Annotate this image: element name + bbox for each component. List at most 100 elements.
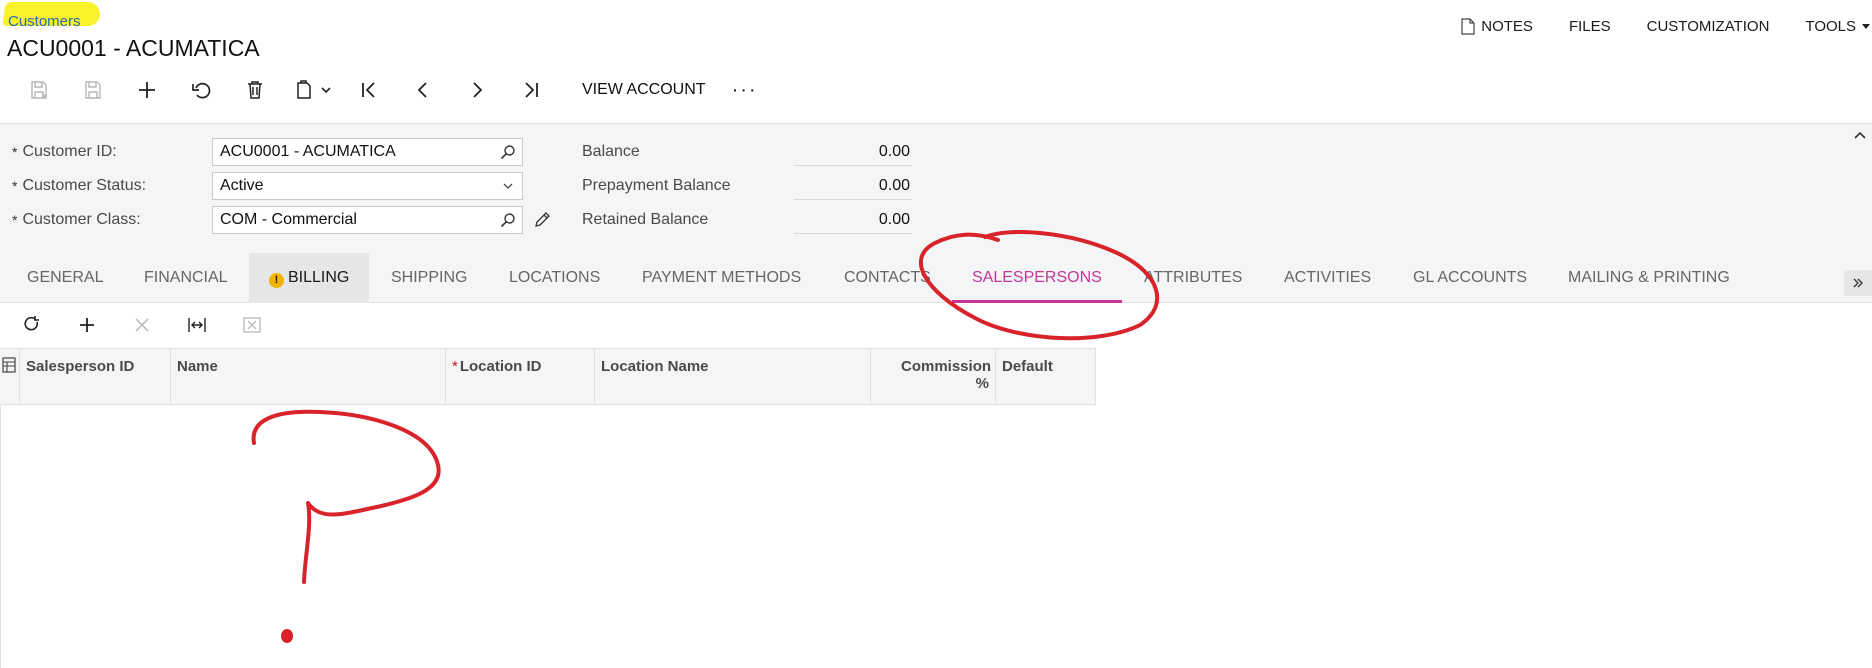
pencil-icon[interactable] bbox=[533, 211, 551, 229]
previous-record-button[interactable] bbox=[396, 71, 450, 109]
tab-billing[interactable]: ! BILLING bbox=[249, 253, 370, 303]
search-icon[interactable] bbox=[500, 212, 516, 228]
save-icon bbox=[85, 81, 101, 99]
salespersons-grid-body bbox=[0, 405, 1872, 668]
customization-button[interactable]: CUSTOMIZATION bbox=[1629, 18, 1788, 35]
customer-status-select[interactable]: Active bbox=[212, 172, 523, 200]
customer-summary-form: * Customer ID: ACU0001 - ACUMATICA * Cus… bbox=[0, 123, 1872, 254]
column-location-name[interactable]: Location Name bbox=[595, 349, 871, 405]
search-icon[interactable] bbox=[500, 144, 516, 160]
tab-salespersons[interactable]: SALESPERSONS bbox=[952, 253, 1122, 303]
column-config-button[interactable] bbox=[0, 349, 20, 405]
prepayment-balance-value: 0.00 bbox=[794, 172, 912, 200]
required-mark: * bbox=[12, 144, 18, 160]
chevron-down-icon bbox=[503, 183, 513, 189]
tab-bar: GENERAL FINANCIAL ! BILLING SHIPPING LOCA… bbox=[0, 253, 1872, 303]
customer-class-label: Customer Class: bbox=[22, 211, 141, 228]
tab-general[interactable]: GENERAL bbox=[27, 253, 103, 303]
fit-columns-button[interactable] bbox=[169, 307, 224, 343]
customer-status-value: Active bbox=[220, 177, 264, 194]
column-location-id[interactable]: * Location ID bbox=[446, 349, 595, 405]
retained-balance-label: Retained Balance bbox=[582, 211, 709, 228]
tab-attributes[interactable]: ATTRIBUTES bbox=[1144, 253, 1242, 303]
tab-billing-label: BILLING bbox=[288, 269, 350, 286]
warning-icon: ! bbox=[269, 273, 284, 288]
tab-contacts[interactable]: CONTACTS bbox=[844, 253, 931, 303]
required-mark: * bbox=[12, 212, 18, 228]
more-actions-button[interactable]: ··· bbox=[722, 79, 768, 102]
files-label: FILES bbox=[1568, 18, 1611, 35]
refresh-icon bbox=[23, 316, 39, 331]
column-name[interactable]: Name bbox=[171, 349, 446, 405]
balance-label: Balance bbox=[582, 143, 640, 160]
save-close-button[interactable] bbox=[12, 71, 66, 109]
customer-class-field[interactable]: COM - Commercial bbox=[212, 206, 523, 234]
add-icon bbox=[79, 318, 94, 332]
fit-columns-icon bbox=[187, 318, 206, 332]
customer-id-row: * Customer ID: bbox=[12, 138, 212, 166]
last-record-icon bbox=[525, 82, 538, 98]
customer-class-row: * Customer Class: bbox=[12, 206, 212, 234]
top-actions: NOTES FILES CUSTOMIZATION TOOLS bbox=[1443, 18, 1872, 35]
copy-paste-icon bbox=[297, 80, 311, 99]
customer-id-label: Customer ID: bbox=[22, 143, 117, 160]
undo-icon bbox=[192, 82, 211, 99]
tab-scroll-button[interactable] bbox=[1844, 270, 1872, 296]
tools-label: TOOLS bbox=[1805, 18, 1856, 35]
breadcrumb-link[interactable]: Customers bbox=[4, 13, 81, 30]
column-default[interactable]: Default bbox=[996, 349, 1096, 405]
main-toolbar: VIEW ACCOUNT ··· bbox=[12, 70, 768, 110]
tab-shipping[interactable]: SHIPPING bbox=[391, 253, 467, 303]
page-title: ACU0001 - ACUMATICA bbox=[7, 35, 260, 61]
delete-button[interactable] bbox=[228, 71, 282, 109]
tab-activities[interactable]: ACTIVITIES bbox=[1284, 253, 1371, 303]
breadcrumb: Customers bbox=[2, 2, 102, 30]
view-account-button[interactable]: VIEW ACCOUNT bbox=[558, 81, 722, 99]
previous-record-icon bbox=[417, 82, 427, 98]
notes-button[interactable]: NOTES bbox=[1443, 18, 1551, 35]
balance-value: 0.00 bbox=[794, 138, 912, 166]
delete-icon bbox=[248, 81, 262, 99]
next-record-button[interactable] bbox=[450, 71, 504, 109]
last-record-button[interactable] bbox=[504, 71, 558, 109]
caret-down-icon bbox=[1862, 23, 1870, 29]
tools-button[interactable]: TOOLS bbox=[1787, 18, 1872, 35]
collapse-icon[interactable] bbox=[1852, 128, 1868, 144]
tab-mailing-printing[interactable]: MAILING & PRINTING bbox=[1568, 253, 1730, 303]
column-salesperson-id[interactable]: Salesperson ID bbox=[20, 349, 171, 405]
column-config-icon bbox=[2, 357, 16, 373]
undo-button[interactable] bbox=[174, 71, 228, 109]
double-chevron-right-icon bbox=[1853, 278, 1863, 288]
add-button[interactable] bbox=[120, 71, 174, 109]
retained-balance-value: 0.00 bbox=[794, 206, 912, 234]
salespersons-grid-header: Salesperson ID Name * Location ID Locatio… bbox=[0, 348, 1096, 405]
save-button[interactable] bbox=[66, 71, 120, 109]
tab-payment-methods[interactable]: PAYMENT METHODS bbox=[642, 253, 801, 303]
export-excel-button[interactable] bbox=[224, 307, 279, 343]
next-record-icon bbox=[473, 82, 483, 98]
tab-financial[interactable]: FINANCIAL bbox=[144, 253, 228, 303]
files-button[interactable]: FILES bbox=[1551, 18, 1629, 35]
required-mark: * bbox=[12, 178, 18, 194]
prepayment-balance-label: Prepayment Balance bbox=[582, 177, 731, 194]
notes-label: NOTES bbox=[1481, 18, 1533, 35]
customer-id-value: ACU0001 - ACUMATICA bbox=[220, 143, 396, 160]
first-record-button[interactable] bbox=[342, 71, 396, 109]
delete-row-button[interactable] bbox=[114, 307, 169, 343]
column-commission[interactable]: Commission % bbox=[871, 349, 996, 405]
tab-gl-accounts[interactable]: GL ACCOUNTS bbox=[1413, 253, 1527, 303]
copy-paste-button[interactable] bbox=[282, 71, 342, 109]
add-row-button[interactable] bbox=[59, 307, 114, 343]
customer-id-field[interactable]: ACU0001 - ACUMATICA bbox=[212, 138, 523, 166]
grid-toolbar bbox=[4, 307, 279, 343]
refresh-button[interactable] bbox=[4, 307, 59, 343]
customer-status-row: * Customer Status: bbox=[12, 172, 212, 200]
customer-class-value: COM - Commercial bbox=[220, 211, 357, 228]
customization-label: CUSTOMIZATION bbox=[1646, 18, 1770, 35]
tab-locations[interactable]: LOCATIONS bbox=[509, 253, 600, 303]
document-icon bbox=[1461, 18, 1475, 35]
add-icon bbox=[139, 82, 155, 98]
required-mark: * bbox=[452, 358, 458, 375]
customer-status-label: Customer Status: bbox=[22, 177, 147, 194]
first-record-icon bbox=[362, 82, 375, 98]
